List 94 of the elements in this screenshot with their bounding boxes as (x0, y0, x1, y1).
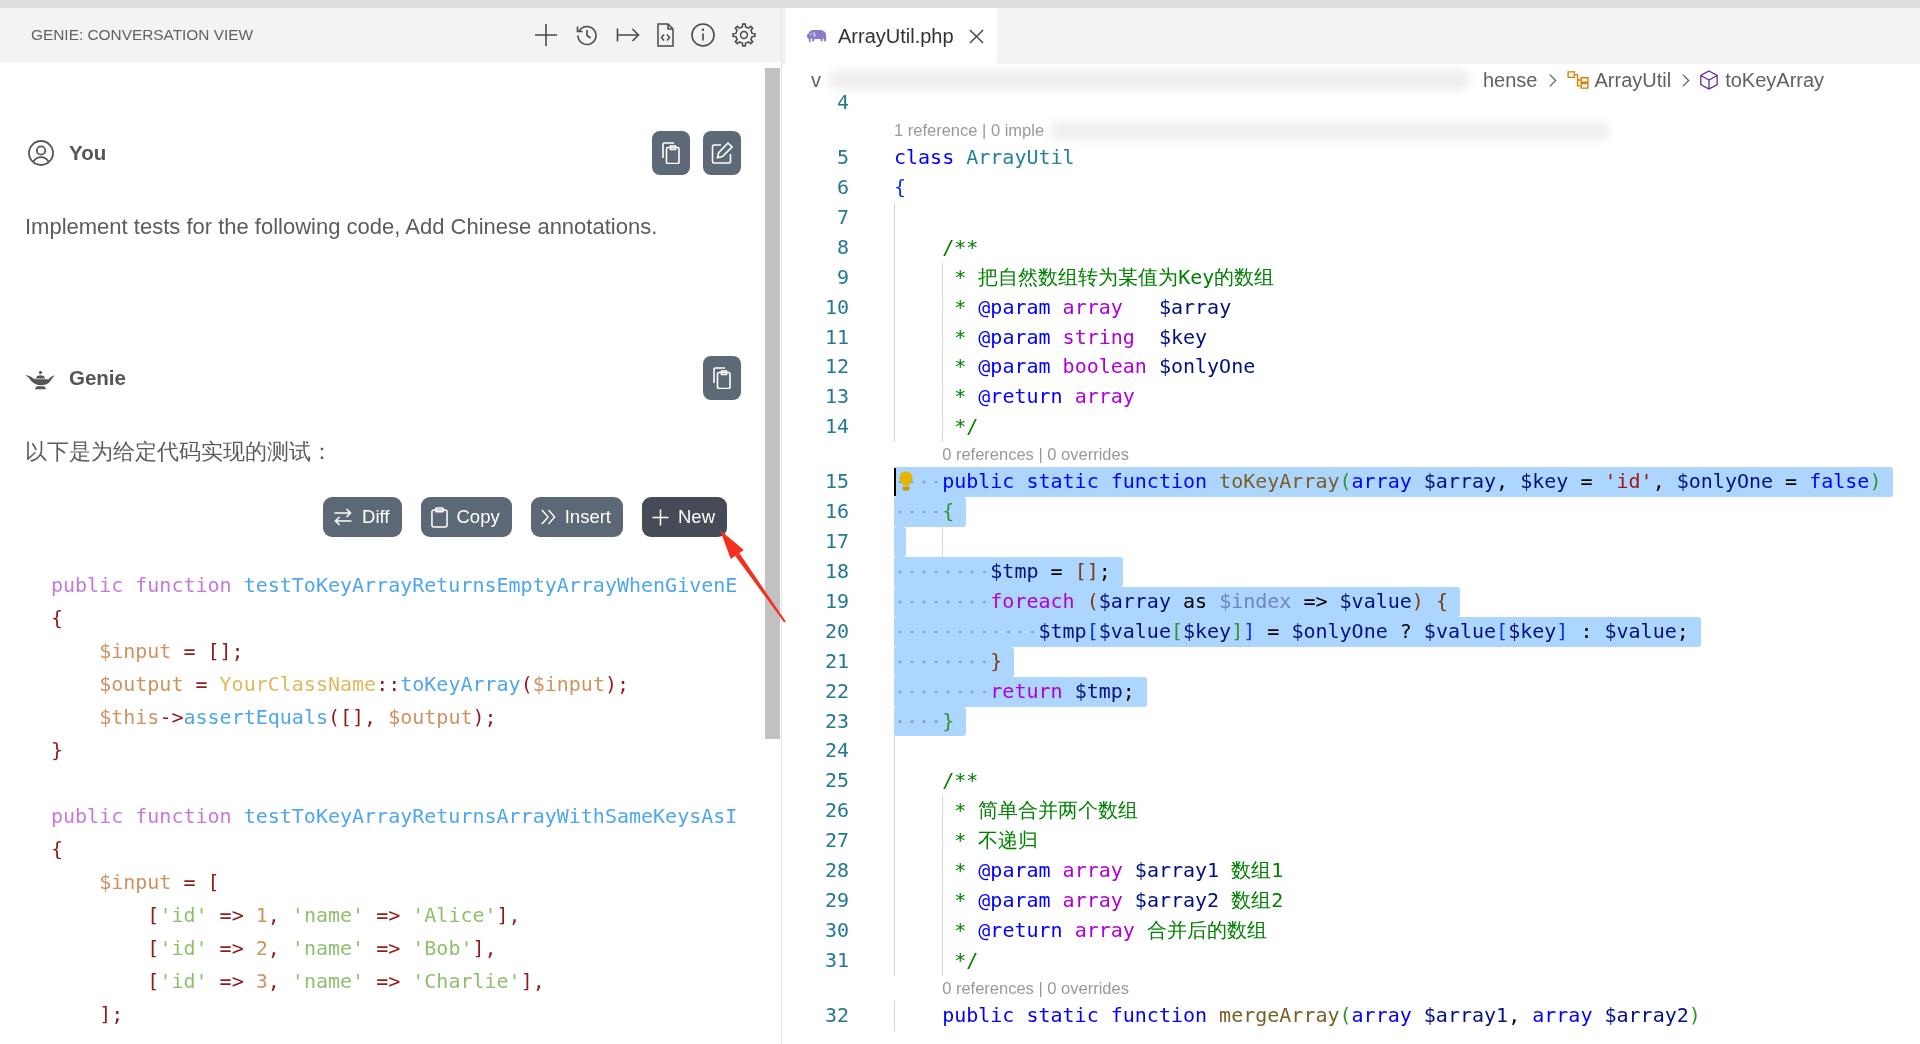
line-number: 25 (823, 767, 849, 795)
settings-icon[interactable] (732, 23, 756, 47)
line-number: 24 (823, 737, 849, 765)
copy-button[interactable]: Copy (420, 497, 512, 537)
edit-button[interactable] (703, 131, 741, 175)
line-number: 27 (823, 827, 849, 855)
line-number: 6 (835, 174, 849, 202)
author-name: You (69, 141, 107, 165)
code-line: public function testToKeyArrayReturnsEmptyArrayWhenGivenE (51, 573, 738, 597)
code-line: * @return array 合并后的数组 (954, 916, 1267, 944)
copy-icon (711, 367, 733, 389)
line-number: 21 (823, 647, 849, 675)
editor-tab[interactable]: ArrayUtil.php (786, 8, 997, 64)
line-number: 5 (835, 144, 849, 172)
code-line: */ (954, 946, 979, 974)
line-number: 13 (823, 383, 849, 411)
clipboard-icon (430, 506, 448, 528)
code-line: class ArrayUtil (894, 144, 1075, 172)
code-line: * 简单合并两个数组 (954, 797, 1139, 825)
line-number: 23 (823, 707, 849, 735)
close-icon[interactable] (968, 28, 984, 44)
code-line: } (51, 738, 64, 762)
code-line: { (51, 837, 64, 861)
elephant-icon (806, 29, 827, 43)
cube-icon (1700, 70, 1719, 90)
code-line: public static function mergeArray(array $array1, array $array2) (942, 1001, 1701, 1029)
plus-icon (652, 508, 669, 526)
breadcrumb-item[interactable]: hense (1483, 72, 1538, 88)
line-number: 15 (823, 468, 849, 496)
author-name: Genie (69, 366, 126, 390)
chevron-right-icon (1681, 72, 1691, 88)
line-number: 18 (823, 558, 849, 586)
line-number: 7 (835, 203, 849, 231)
line-number: 17 (823, 528, 849, 556)
code-line: public function testToKeyArrayReturnsArrayWithSameKeysAsI (51, 804, 738, 828)
code-line: * @param array $array1 数组1 (954, 856, 1284, 884)
insert-button[interactable]: Insert (530, 497, 623, 537)
edit-icon (711, 142, 733, 164)
plus-icon[interactable] (534, 23, 558, 47)
code-line: * @param array $array (954, 293, 1232, 321)
code-line: ['id' => 1, 'name' => 'Alice'], (147, 903, 521, 927)
code-line: * 把自然数组转为某值为Key的数组 (954, 263, 1275, 291)
code-line: { (51, 606, 64, 630)
line-number: 31 (823, 946, 849, 974)
line-number: 20 (823, 617, 849, 645)
message-text: Implement tests for the following code, Add Chinese annotations. (25, 214, 659, 240)
code-line: ['id' => 2, 'name' => 'Bob'], (147, 936, 497, 960)
line-number: 14 (823, 413, 849, 441)
code-file-icon[interactable] (657, 23, 674, 47)
code-line: * @param string $key (954, 323, 1208, 351)
line-number: 11 (823, 323, 849, 351)
chevron-right-icon (1547, 72, 1557, 88)
code-line: * @param boolean $onlyOne (954, 353, 1256, 381)
code-line: * @param array $array2 数组2 (954, 886, 1284, 914)
line-number: 30 (823, 916, 849, 944)
code-line: $this->assertEquals([], $output); (99, 705, 497, 729)
copy-button[interactable] (652, 131, 690, 175)
code-line: ]; (99, 1002, 124, 1026)
line-number: 26 (823, 797, 849, 825)
line-number: 32 (823, 1001, 849, 1029)
line-number: 16 (823, 498, 849, 526)
code-line: * @return array (954, 383, 1135, 411)
code-line: $input = [ (99, 870, 220, 894)
code-line: * 不递归 (954, 827, 1039, 855)
info-icon[interactable] (691, 23, 715, 47)
code-line: $output = YourClassName::toKeyArray($input); (99, 672, 630, 696)
line-number: 28 (823, 856, 849, 884)
copy-button[interactable] (703, 356, 741, 400)
user-avatar-icon (28, 140, 54, 166)
scrollbar[interactable] (765, 68, 780, 739)
panel-title: GENIE: CONVERSATION VIEW (31, 26, 254, 44)
double-chevron-icon (540, 508, 556, 526)
swap-arrows-icon (333, 507, 354, 527)
code-line: $input = []; (99, 639, 244, 663)
code-line: */ (954, 413, 979, 441)
line-number: 12 (823, 353, 849, 381)
diff-button[interactable]: Diff (323, 497, 402, 537)
code-line: ['id' => 3, 'name' => 'Charlie'], (147, 969, 545, 993)
breadcrumb-item[interactable]: v (811, 72, 821, 88)
history-icon[interactable] (575, 23, 599, 47)
line-number: 9 (835, 263, 849, 291)
line-number: 8 (835, 233, 849, 261)
code-line: { (894, 174, 907, 202)
copy-icon (660, 142, 682, 164)
line-number: 19 (823, 587, 849, 615)
message-text: 以下是为给定代码实现的测试： (25, 439, 334, 465)
line-number: 29 (823, 886, 849, 914)
code-line: /** (942, 233, 979, 261)
line-number: 22 (823, 677, 849, 705)
code-line: /** (942, 767, 979, 795)
line-number: 4 (835, 89, 849, 116)
line-number: 10 (823, 293, 849, 321)
hierarchy-icon (1566, 71, 1589, 89)
new-button[interactable]: New (642, 497, 727, 537)
